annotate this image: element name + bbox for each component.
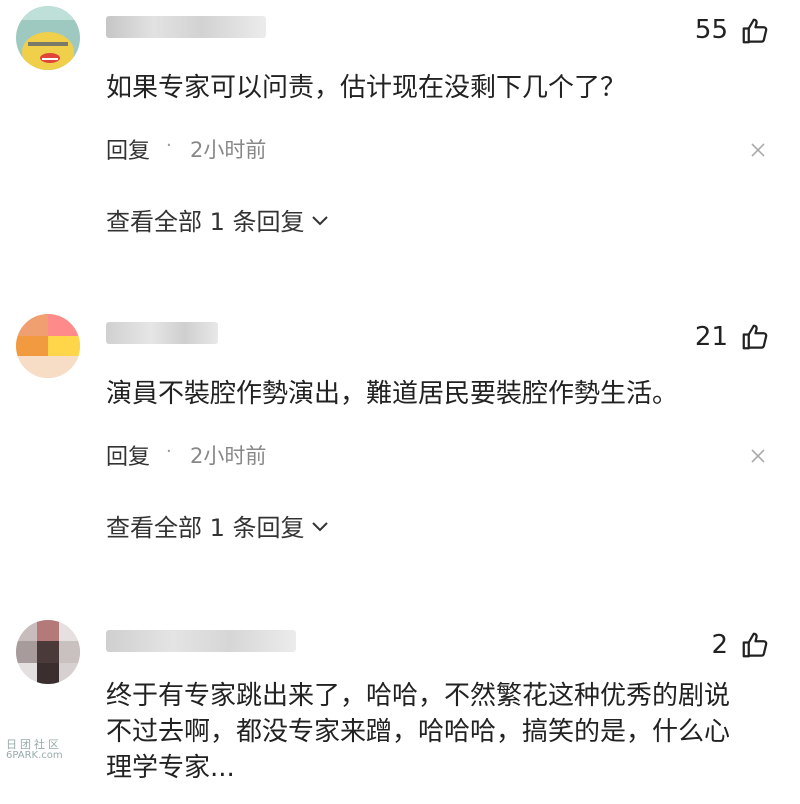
view-replies-label: 查看全部 1 条回复 [106, 514, 305, 542]
thumbs-up-icon[interactable] [740, 630, 770, 660]
reply-button[interactable]: 回复 [106, 133, 150, 165]
like-count: 21 [694, 322, 728, 352]
reply-button[interactable]: 回复 [106, 439, 150, 471]
view-replies-button[interactable]: 查看全部 1 条回复 [106, 202, 329, 237]
view-replies-label: 查看全部 1 条回复 [106, 208, 305, 236]
thumbs-up-icon[interactable] [740, 322, 770, 352]
avatar[interactable] [16, 6, 80, 70]
separator: · [166, 135, 172, 156]
timestamp: 2小时前 [190, 444, 267, 468]
comment-text-line: 理学专家... [106, 753, 235, 783]
view-replies-button[interactable]: 查看全部 1 条回复 [106, 508, 329, 543]
username-redacted[interactable] [106, 630, 296, 652]
close-icon[interactable] [748, 446, 768, 466]
avatar[interactable] [16, 314, 80, 378]
watermark-url: 6PARK.com [6, 750, 63, 761]
comment-text: 演員不裝腔作勢演出，難道居民要裝腔作勢生活。 [106, 379, 679, 409]
avatar[interactable] [16, 620, 80, 684]
thumbs-up-icon[interactable] [740, 16, 770, 46]
comment-1: 55 如果专家可以问责，估计现在没剩下几个了？ 回复 · 2小时前 查看全部 1… [0, 0, 800, 270]
like-count: 55 [694, 15, 728, 45]
watermark: 日团社区 6PARK.com [6, 736, 66, 766]
comment-2: 21 演員不裝腔作勢演出，難道居民要裝腔作勢生活。 回复 · 2小时前 查看全部… [0, 300, 800, 570]
comment-3: 2 终于有专家跳出来了，哈哈，不然繁花这种优秀的剧说 不过去啊，都没专家来蹭，哈… [0, 610, 800, 804]
username-redacted[interactable] [106, 16, 266, 38]
comment-text-line: 终于有专家跳出来了，哈哈，不然繁花这种优秀的剧说 [106, 681, 731, 711]
close-icon[interactable] [748, 140, 768, 160]
timestamp: 2小时前 [190, 138, 267, 162]
separator: · [166, 441, 172, 462]
chevron-down-icon [311, 215, 328, 225]
username-redacted[interactable] [106, 322, 218, 344]
comment-text: 如果专家可以问责，估计现在没剩下几个了？ [106, 73, 627, 103]
chevron-down-icon [311, 521, 328, 531]
comment-text: 终于有专家跳出来了，哈哈，不然繁花这种优秀的剧说 不过去啊，都没专家来蹭，哈哈哈… [106, 678, 760, 786]
like-count: 2 [711, 630, 728, 660]
comment-text-line: 不过去啊，都没专家来蹭，哈哈哈，搞笑的是，什么心 [106, 717, 731, 747]
